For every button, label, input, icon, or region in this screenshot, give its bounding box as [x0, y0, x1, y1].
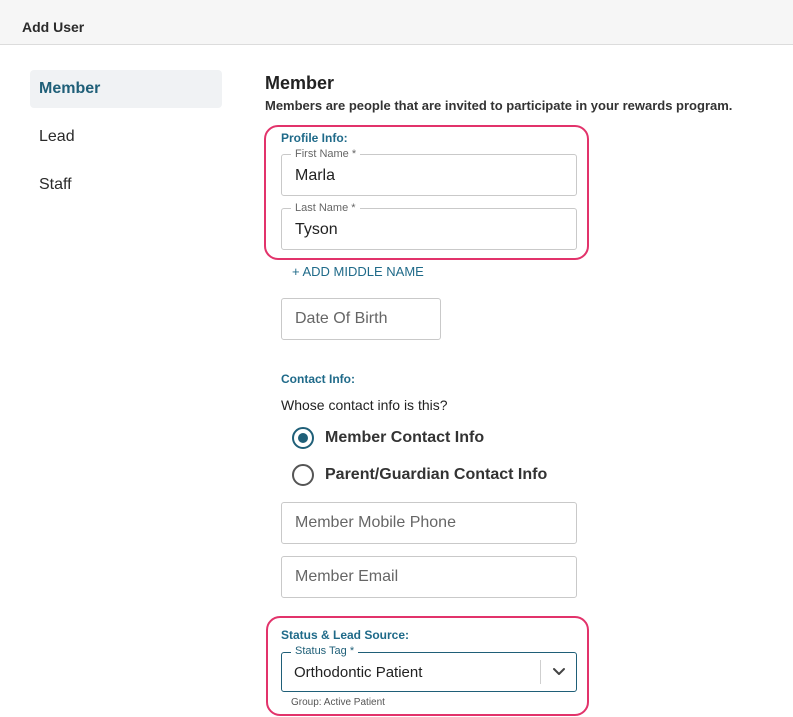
radio-unchecked-icon[interactable]: [292, 464, 314, 486]
parent-contact-label: Parent/Guardian Contact Info: [325, 466, 548, 483]
status-tag-value: Orthodontic Patient: [294, 664, 423, 681]
status-helper-text: Group: Active Patient: [291, 697, 385, 708]
sidebar-item-staff[interactable]: Staff: [30, 166, 222, 204]
page-title: Member: [265, 73, 335, 93]
add-middle-name-link[interactable]: + ADD MIDDLE NAME: [292, 264, 424, 279]
last-name-value: Tyson: [295, 221, 338, 238]
window-header: Add User: [0, 0, 793, 45]
chevron-down-icon[interactable]: [550, 662, 568, 680]
member-email-input[interactable]: [281, 556, 577, 598]
contact-question: Whose contact info is this?: [281, 397, 448, 413]
first-name-field[interactable]: First Name * Marla: [281, 148, 577, 196]
first-name-value: Marla: [295, 167, 336, 184]
first-name-label: First Name *: [291, 148, 361, 160]
status-tag-label: Status Tag *: [291, 645, 359, 657]
sidebar-item-member[interactable]: Member: [30, 70, 222, 108]
select-divider: [540, 660, 541, 684]
status-tag-select[interactable]: Status Tag * Orthodontic Patient: [281, 645, 577, 692]
sidebar-item-lead[interactable]: Lead: [30, 118, 222, 156]
profile-section-label: Profile Info:: [281, 131, 348, 145]
member-mobile-phone-input[interactable]: [281, 502, 577, 544]
contact-section-label: Contact Info:: [281, 372, 355, 386]
page-description: Members are people that are invited to p…: [265, 98, 733, 113]
dialog-title: Add User: [22, 19, 85, 35]
last-name-field[interactable]: Last Name * Tyson: [281, 202, 577, 250]
date-of-birth-input[interactable]: [281, 298, 441, 340]
member-contact-label: Member Contact Info: [325, 429, 485, 446]
status-section-label: Status & Lead Source:: [281, 628, 410, 642]
radio-checked-icon[interactable]: [292, 427, 314, 449]
last-name-label: Last Name *: [291, 202, 360, 214]
